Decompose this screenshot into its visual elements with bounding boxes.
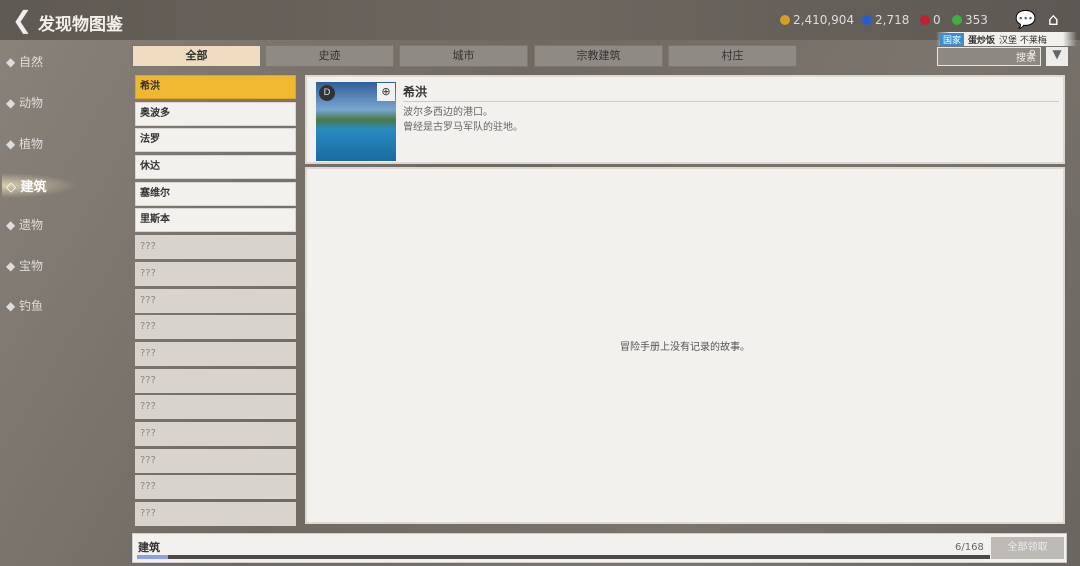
sidebar-item-relics[interactable]: ◆ 遗物 [6, 216, 43, 233]
list-item[interactable]: ??? [135, 235, 296, 260]
sidebar-item-plants[interactable]: ◆ 植物 [6, 135, 43, 152]
server-info: 国家 蛋炒饭 汉堡 不莱梅 [936, 32, 1077, 46]
discovery-description: 波尔多西边的港口。曾经是古罗马军队的驻地。 [403, 105, 523, 135]
zoom-icon[interactable]: ⊕ [377, 83, 395, 101]
sidebar-item-buildings[interactable]: ◇ 建筑 [2, 173, 77, 198]
gold-icon [780, 15, 790, 25]
sidebar-label: 宝物 [19, 259, 44, 273]
search-input[interactable]: 搜索 ⚲ [937, 47, 1041, 66]
desc-line: 曾经是古罗马军队的驻地。 [403, 122, 523, 133]
discovery-list: 希洪 奥波多 法罗 休达 塞维尔 里斯本?????????????????????????… [135, 75, 296, 529]
sidebar-label: 自然 [19, 55, 44, 69]
tab-city[interactable]: 城市 [399, 45, 528, 67]
discovery-name: 希洪 [403, 85, 428, 99]
home-icon[interactable]: ⌂ [1048, 10, 1059, 30]
progress-count: 6/168 [955, 542, 984, 553]
tab-village[interactable]: 村庄 [668, 45, 797, 67]
list-item[interactable]: ??? [135, 395, 296, 420]
ruby-counter: 0 [920, 13, 941, 27]
search-icon[interactable]: ⚲ [1029, 49, 1036, 60]
energy-value: 353 [965, 13, 988, 27]
sidebar-label: 遗物 [19, 218, 44, 232]
list-item[interactable]: ??? [135, 475, 296, 500]
progress-bar [137, 555, 990, 559]
gem-icon [862, 15, 872, 25]
gem-counter: 2,718 [862, 13, 909, 27]
ruby-value: 0 [933, 13, 941, 27]
server-tag: 国家 [940, 32, 965, 46]
energy-icon [952, 15, 962, 25]
sidebar-label: 建筑 [20, 180, 47, 195]
tab-religious[interactable]: 宗教建筑 [534, 45, 663, 67]
list-item[interactable]: ??? [135, 288, 296, 313]
claim-all-button[interactable]: 全部领取 [991, 537, 1064, 559]
progress-fill [137, 555, 168, 559]
tab-historic[interactable]: 史迹 [265, 45, 394, 67]
story-text: 冒险手册上没有记录的故事。 [620, 342, 750, 353]
list-item[interactable]: ??? [135, 421, 296, 446]
category-label: 建筑 [138, 541, 160, 554]
sidebar-item-animals[interactable]: ◆ 动物 [6, 94, 43, 111]
top-bar: ❮ 发现物图鉴 2,410,904 2,718 0 353 💬 ⌂ [0, 0, 1080, 40]
sidebar-label: 钓鱼 [19, 299, 44, 313]
list-item[interactable]: ??? [135, 502, 296, 526]
list-item[interactable]: 希洪 [135, 75, 296, 99]
divider [403, 101, 1059, 102]
list-item[interactable]: 休达 [135, 155, 296, 180]
list-item[interactable]: 塞维尔 [135, 181, 296, 206]
discovery-image: D ⊕ [316, 82, 396, 161]
page-title: 发现物图鉴 [38, 15, 123, 35]
list-item[interactable]: ??? [135, 448, 296, 473]
story-panel: 冒险手册上没有记录的故事。 [305, 167, 1065, 524]
sidebar-item-fishing[interactable]: ◆ 钓鱼 [6, 297, 43, 314]
list-item[interactable]: 里斯本 [135, 208, 296, 233]
energy-counter: 353 [952, 13, 988, 27]
server-location: 汉堡 不莱梅 [999, 35, 1047, 46]
sidebar-label: 动物 [19, 96, 44, 110]
detail-panel: D ⊕ 希洪 波尔多西边的港口。 曾经是古罗马军队的驻地。 [305, 75, 1065, 164]
sidebar-item-treasures[interactable]: ◆ 宝物 [6, 257, 43, 274]
list-item[interactable]: ??? [135, 261, 296, 286]
list-item[interactable]: ??? [135, 341, 296, 366]
filter-button[interactable]: ▼ [1046, 47, 1068, 66]
gold-counter: 2,410,904 [780, 13, 854, 27]
chat-icon[interactable]: 💬 [1015, 10, 1036, 30]
player-name: 蛋炒饭 [968, 35, 996, 46]
progress-footer: 建筑 6/168 全部领取 [132, 533, 1067, 563]
gold-value: 2,410,904 [793, 13, 855, 27]
rank-badge-icon: D [319, 85, 335, 101]
tab-all[interactable]: 全部 [132, 45, 261, 67]
gem-value: 2,718 [875, 13, 910, 27]
list-item[interactable]: ??? [135, 368, 296, 393]
ruby-icon [920, 15, 930, 25]
back-icon[interactable]: ❮ [12, 6, 32, 34]
list-item[interactable]: ??? [135, 315, 296, 340]
sidebar-item-nature[interactable]: ◆ 自然 [6, 53, 43, 70]
sidebar-label: 植物 [19, 137, 44, 151]
desc-line: 波尔多西边的港口。 [403, 107, 493, 118]
list-item[interactable]: 法罗 [135, 128, 296, 153]
list-item[interactable]: 奥波多 [135, 101, 296, 126]
filter-icon: ▼ [1052, 47, 1062, 61]
